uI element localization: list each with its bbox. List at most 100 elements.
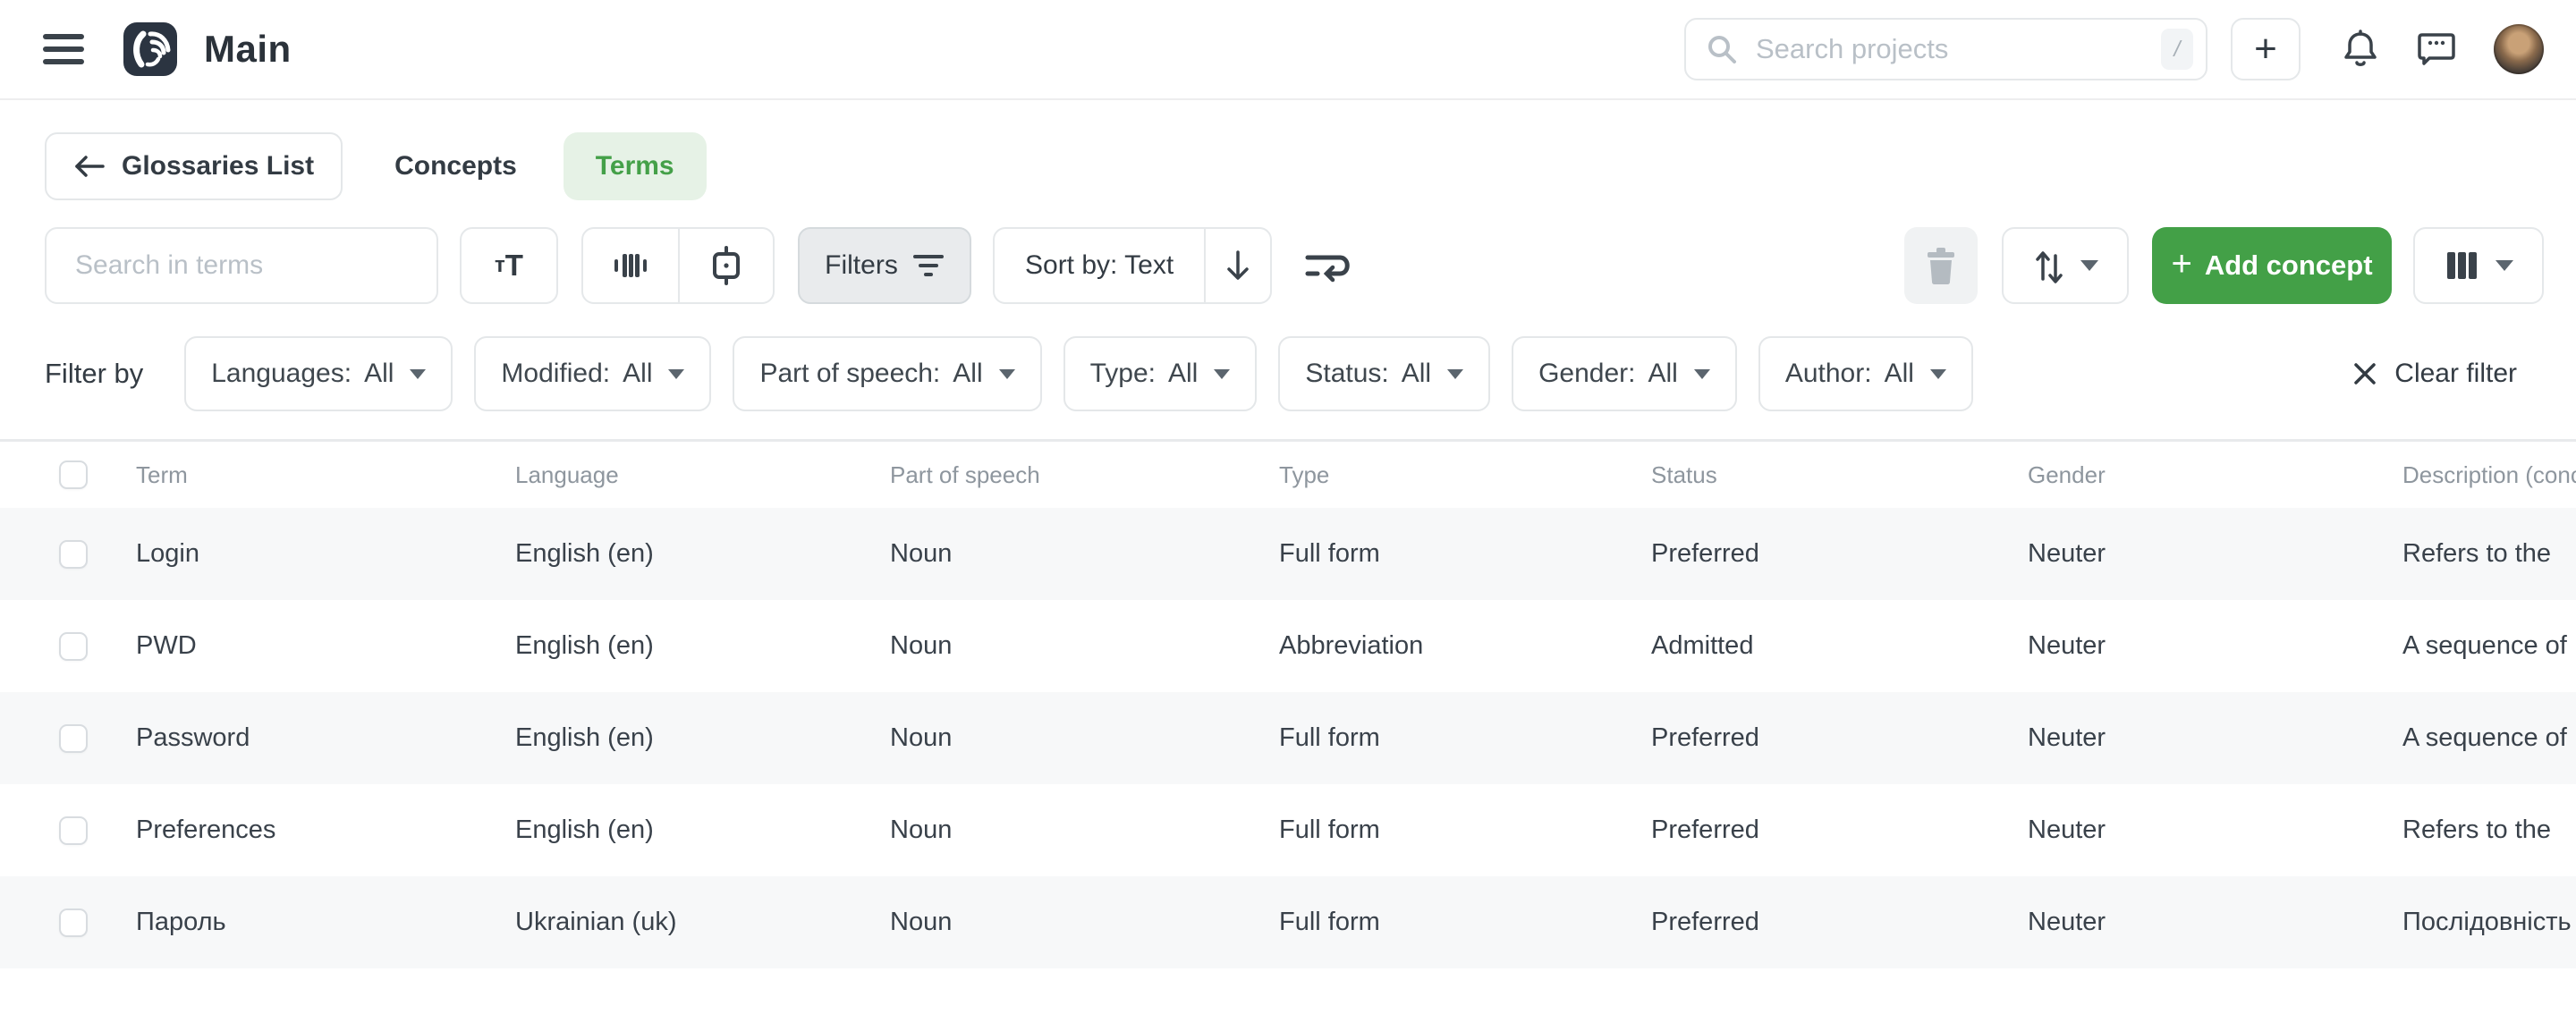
term-cell: Пароль <box>136 908 515 937</box>
language-cell: English (en) <box>515 539 890 569</box>
part-of-speech-cell: Noun <box>890 631 1279 661</box>
hamburger-menu-icon[interactable] <box>43 34 84 64</box>
sort-direction-button[interactable] <box>1204 229 1270 302</box>
filters-button[interactable]: Filters <box>798 227 971 304</box>
part-of-speech-cell: Noun <box>890 723 1279 753</box>
filter-icon <box>912 252 945 279</box>
part-of-speech-cell: Noun <box>890 908 1279 937</box>
filter-by-label: Filter by <box>45 358 143 390</box>
terms-search-box[interactable] <box>45 227 438 304</box>
exact-match-icon <box>707 246 746 285</box>
row-checkbox[interactable] <box>59 724 88 753</box>
term-cell: PWD <box>136 631 515 661</box>
create-project-button[interactable]: + <box>2231 18 2301 80</box>
table-row[interactable]: Preferences English (en) Noun Full form … <box>0 784 2576 876</box>
tab-terms[interactable]: Terms <box>564 132 707 200</box>
match-case-icon: т <box>495 253 505 278</box>
add-concept-button[interactable]: + Add concept <box>2152 227 2392 304</box>
gender-cell: Neuter <box>2028 908 2402 937</box>
projects-search-input[interactable] <box>1754 32 2161 66</box>
language-cell: English (en) <box>515 631 890 661</box>
notifications-bell-icon[interactable] <box>2342 30 2379 69</box>
trash-icon <box>1923 246 1959 285</box>
table-row[interactable]: Login English (en) Noun Full form Prefer… <box>0 508 2576 600</box>
filter-name: Gender: <box>1538 359 1635 389</box>
wrap-lines-button[interactable] <box>1302 248 1356 283</box>
clear-filter-button[interactable]: Clear filter <box>2351 359 2517 389</box>
messages-chat-icon[interactable] <box>2417 30 2456 68</box>
row-checkbox[interactable] <box>59 540 88 569</box>
columns-icon <box>2444 250 2479 281</box>
glossary-nav-row: Glossaries List Concepts Terms <box>45 132 2576 200</box>
filter-part-of-speech[interactable]: Part of speech: All <box>733 336 1041 411</box>
gender-cell: Neuter <box>2028 815 2402 845</box>
filter-name: Modified: <box>501 359 610 389</box>
chevron-down-icon <box>1930 369 1946 379</box>
column-header-status: Status <box>1651 461 2028 489</box>
sort-by-button[interactable]: Sort by: Text <box>995 229 1204 302</box>
filter-type[interactable]: Type: All <box>1063 336 1258 411</box>
filters-button-label: Filters <box>825 250 898 281</box>
column-header-term: Term <box>136 461 515 489</box>
table-row[interactable]: Пароль Ukrainian (uk) Noun Full form Pre… <box>0 876 2576 968</box>
gender-cell: Neuter <box>2028 723 2402 753</box>
row-checkbox[interactable] <box>59 632 88 661</box>
reorder-dropdown-button[interactable] <box>2002 227 2129 304</box>
delete-button[interactable] <box>1904 227 1978 304</box>
filter-status[interactable]: Status: All <box>1278 336 1490 411</box>
filter-value: All <box>364 359 394 389</box>
chevron-down-icon <box>1447 369 1463 379</box>
sort-control: Sort by: Text <box>993 227 1272 304</box>
match-case-button[interactable]: тT <box>460 227 558 304</box>
projects-search-box[interactable]: / <box>1684 18 2207 80</box>
crowdin-logo-icon[interactable] <box>123 22 177 76</box>
back-button-label: Glossaries List <box>122 151 314 182</box>
match-whole-phrase-button[interactable] <box>583 229 678 302</box>
table-header-row: Term Language Part of speech Type Status… <box>0 442 2576 508</box>
status-cell: Admitted <box>1651 631 2028 661</box>
type-cell: Full form <box>1279 908 1651 937</box>
back-to-glossaries-button[interactable]: Glossaries List <box>45 132 343 200</box>
filter-modified[interactable]: Modified: All <box>474 336 711 411</box>
terms-toolbar: тT <box>0 227 2576 304</box>
filter-value: All <box>623 359 652 389</box>
filter-author[interactable]: Author: All <box>1758 336 1973 411</box>
filter-languages[interactable]: Languages: All <box>184 336 453 411</box>
table-row[interactable]: Password English (en) Noun Full form Pre… <box>0 692 2576 784</box>
column-header-part-of-speech: Part of speech <box>890 461 1279 489</box>
gender-cell: Neuter <box>2028 631 2402 661</box>
filter-value: All <box>1648 359 1677 389</box>
terms-search-input[interactable] <box>73 249 419 282</box>
select-all-checkbox[interactable] <box>59 461 88 489</box>
arrow-down-icon <box>1223 249 1253 283</box>
filter-gender[interactable]: Gender: All <box>1512 336 1737 411</box>
chevron-down-icon <box>1214 369 1230 379</box>
description-cell: Refers to the <box>2402 815 2576 845</box>
filter-name: Part of speech: <box>759 359 940 389</box>
table-row[interactable]: PWD English (en) Noun Abbreviation Admit… <box>0 600 2576 692</box>
top-header: Main / + <box>0 0 2576 100</box>
status-cell: Preferred <box>1651 723 2028 753</box>
exact-match-button[interactable] <box>678 229 773 302</box>
tab-concepts[interactable]: Concepts <box>394 151 517 182</box>
description-cell: A sequence of <box>2402 631 2576 661</box>
back-arrow-icon <box>73 152 106 181</box>
chevron-down-icon <box>1694 369 1710 379</box>
columns-dropdown-button[interactable] <box>2413 227 2544 304</box>
type-cell: Full form <box>1279 815 1651 845</box>
glossary-terms-page: Main / + <box>0 0 2576 1014</box>
language-cell: Ukrainian (uk) <box>515 908 890 937</box>
filter-value: All <box>1168 359 1198 389</box>
search-icon <box>1706 33 1738 65</box>
chevron-down-icon <box>410 369 426 379</box>
term-cell: Preferences <box>136 815 515 845</box>
row-checkbox[interactable] <box>59 816 88 845</box>
description-cell: Refers to the <box>2402 539 2576 569</box>
part-of-speech-cell: Noun <box>890 539 1279 569</box>
row-checkbox[interactable] <box>59 908 88 937</box>
filter-value: All <box>1402 359 1431 389</box>
chevron-down-icon <box>668 369 684 379</box>
chevron-down-icon <box>2496 260 2513 271</box>
filter-name: Languages: <box>211 359 352 389</box>
user-avatar[interactable] <box>2494 24 2544 74</box>
